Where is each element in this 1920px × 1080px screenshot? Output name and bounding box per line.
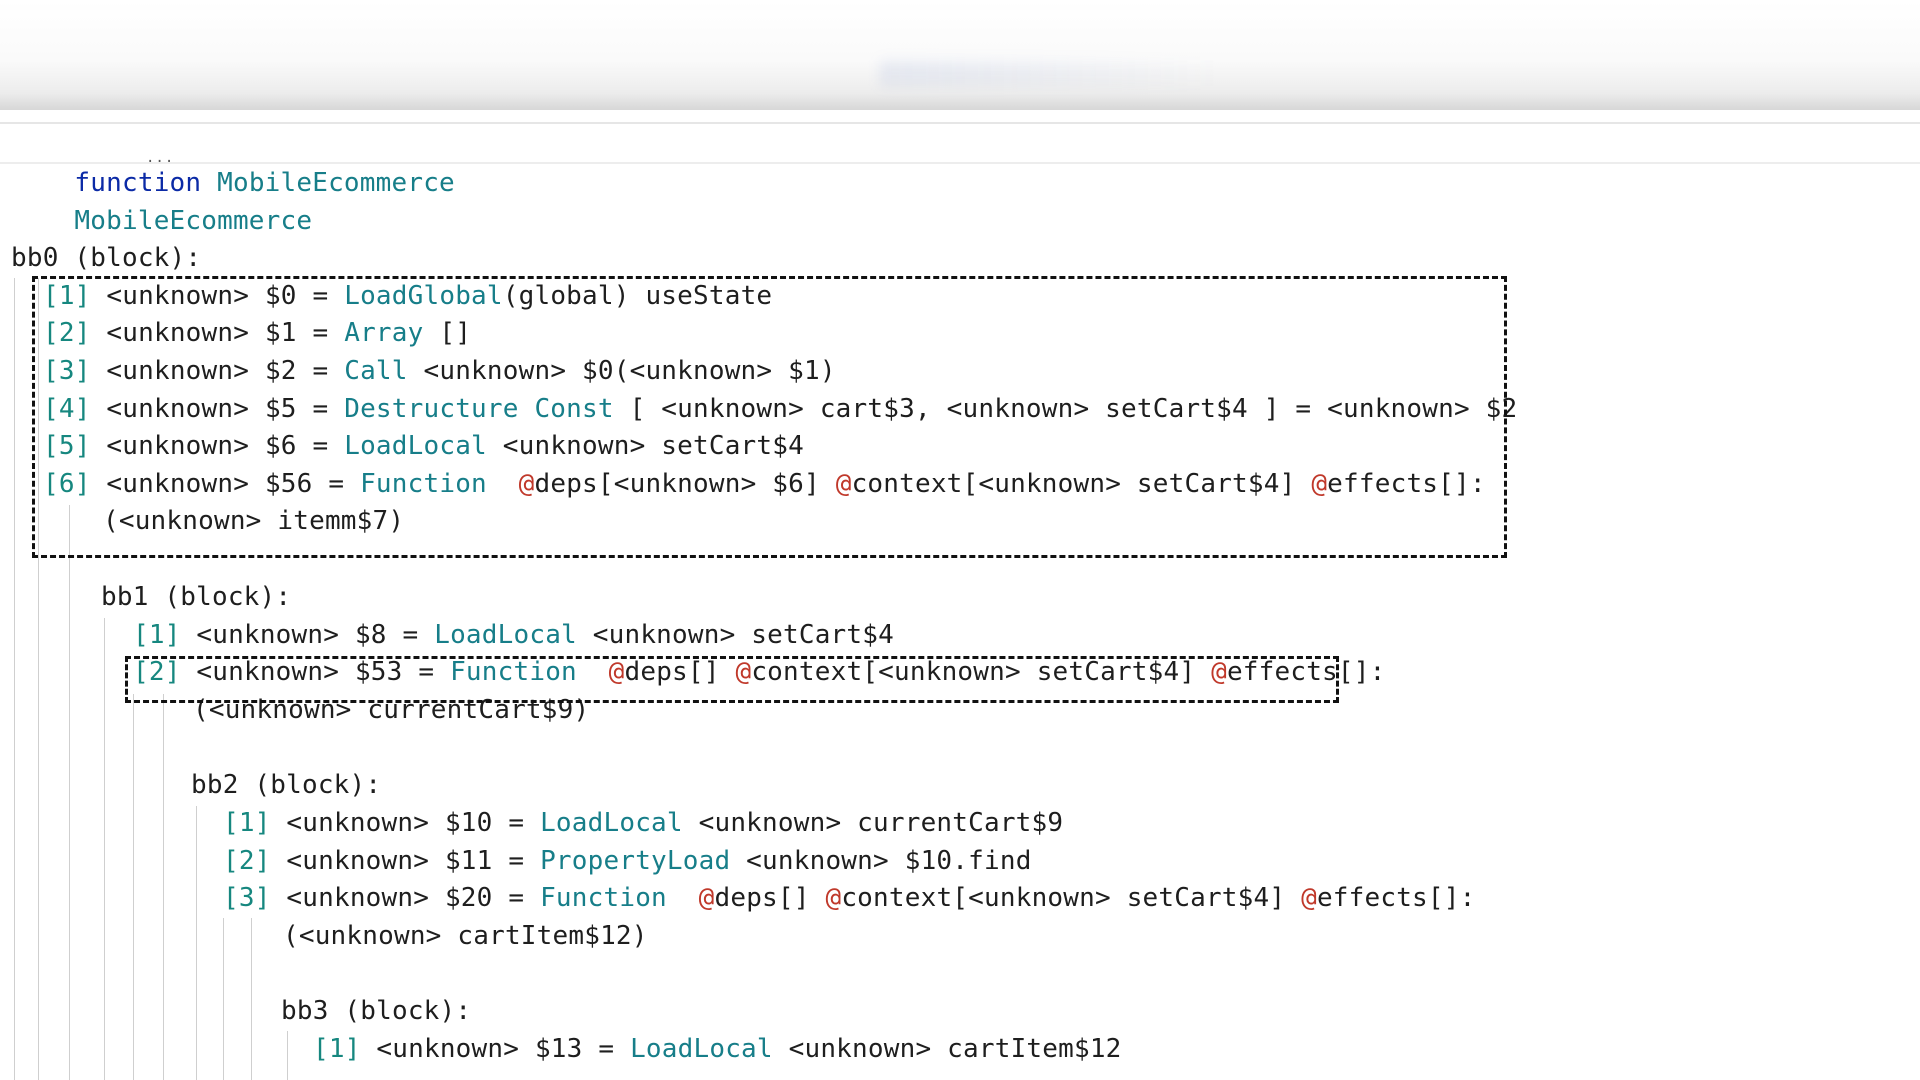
indent-guide: [223, 918, 224, 1080]
instruction-line: [1] <unknown> $8 = LoadLocal <unknown> s…: [133, 617, 894, 655]
code-token: bb0 (block):: [11, 243, 202, 273]
instruction-index: [1]: [313, 1034, 361, 1064]
function-signature: function MobileEcommerce: [11, 127, 455, 198]
code-token: <unknown> $20 =: [270, 883, 541, 913]
code-token: <unknown> cartItem$12: [772, 1034, 1122, 1064]
code-token: <unknown> $8 =: [180, 620, 435, 650]
indent-guide: [163, 694, 164, 1080]
block-label-bb3: bb3 (block):: [281, 993, 471, 1031]
annotation-marker: @: [698, 883, 715, 913]
code-editor[interactable]: function MobileEcommerce ··· MobileEcomm…: [0, 0, 1920, 1080]
opcode-token: LoadLocal: [630, 1034, 773, 1064]
code-token: <unknown> $10 =: [270, 808, 541, 838]
code-token: (<unknown> cartItem$12): [283, 921, 648, 951]
instruction-index: [1]: [223, 808, 271, 838]
indent-guide: [251, 918, 252, 1080]
instruction-continuation: (<unknown> cartItem$12): [283, 918, 648, 956]
instruction-line: [1] <unknown> $13 = LoadLocal <unknown> …: [313, 1031, 1122, 1069]
opcode-token: LoadLocal: [540, 808, 683, 838]
code-token: <unknown> $13 =: [360, 1034, 631, 1064]
highlight-box-bb1-line2: [125, 656, 1339, 703]
code-token: bb1 (block):: [101, 582, 292, 612]
indent-guide: [196, 806, 197, 1080]
indent-guide: [133, 694, 134, 1080]
code-token: <unknown> setCart$4: [576, 620, 894, 650]
code-token: effects[]:: [1316, 883, 1476, 913]
function-subtitle: MobileEcommerce: [74, 205, 313, 236]
instruction-line: [2] <unknown> $11 = PropertyLoad <unknow…: [223, 843, 1032, 881]
annotation-marker: @: [825, 883, 842, 913]
indent-guide: [14, 278, 15, 1080]
block-label-bb1: bb1 (block):: [101, 579, 291, 617]
indent-guide: [287, 1031, 288, 1080]
indent-guide: [69, 505, 70, 1080]
opcode-token: Function: [540, 883, 667, 913]
code-token: deps[]: [714, 883, 826, 913]
indent-guide: [104, 618, 105, 1080]
code-token: bb2 (block):: [191, 770, 382, 800]
code-token: <unknown> $10.find: [730, 846, 1032, 876]
opcode-token: PropertyLoad: [540, 846, 731, 876]
annotation-marker: @: [1301, 883, 1317, 913]
instruction-index: [2]: [223, 846, 271, 876]
block-label-bb2: bb2 (block):: [191, 767, 381, 805]
highlight-box-bb0: [32, 276, 1507, 558]
instruction-line: [1] <unknown> $10 = LoadLocal <unknown> …: [223, 805, 1063, 843]
code-token: bb3 (block):: [281, 996, 472, 1026]
instruction-index: [1]: [133, 620, 181, 650]
code-token: context[<unknown> setCart$4]: [841, 883, 1302, 913]
code-token: <unknown> $11 =: [270, 846, 541, 876]
code-token: <unknown> currentCart$9: [682, 808, 1064, 838]
instruction-index: [3]: [223, 883, 271, 913]
block-label-bb0: bb0 (block):: [11, 240, 201, 278]
opcode-token: LoadLocal: [434, 620, 577, 650]
instruction-line: [3] <unknown> $20 = Function @deps[] @co…: [223, 880, 1475, 918]
